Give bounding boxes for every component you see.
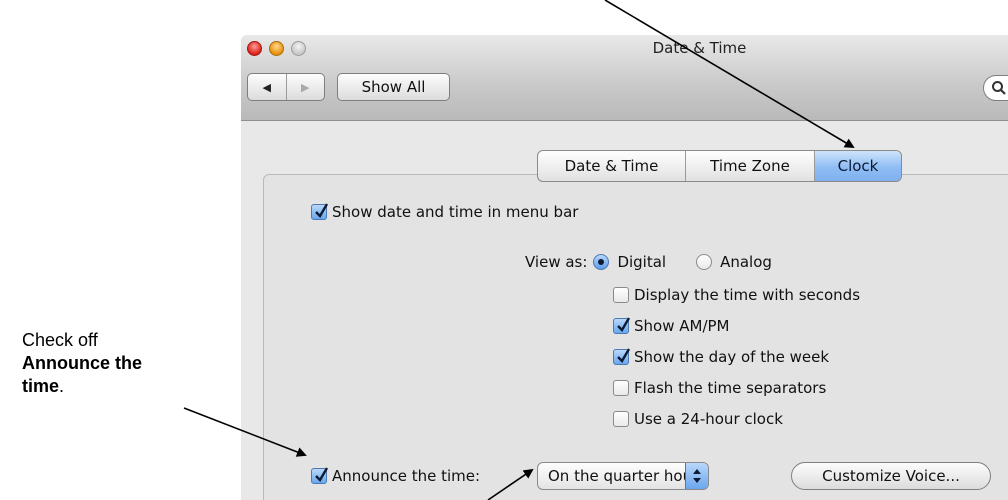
annotation-arrows <box>183 0 855 500</box>
arrow-to-announce-checkbox <box>183 407 307 457</box>
arrow-to-interval-popup <box>487 468 534 500</box>
arrow-to-clock-tab <box>604 0 855 149</box>
